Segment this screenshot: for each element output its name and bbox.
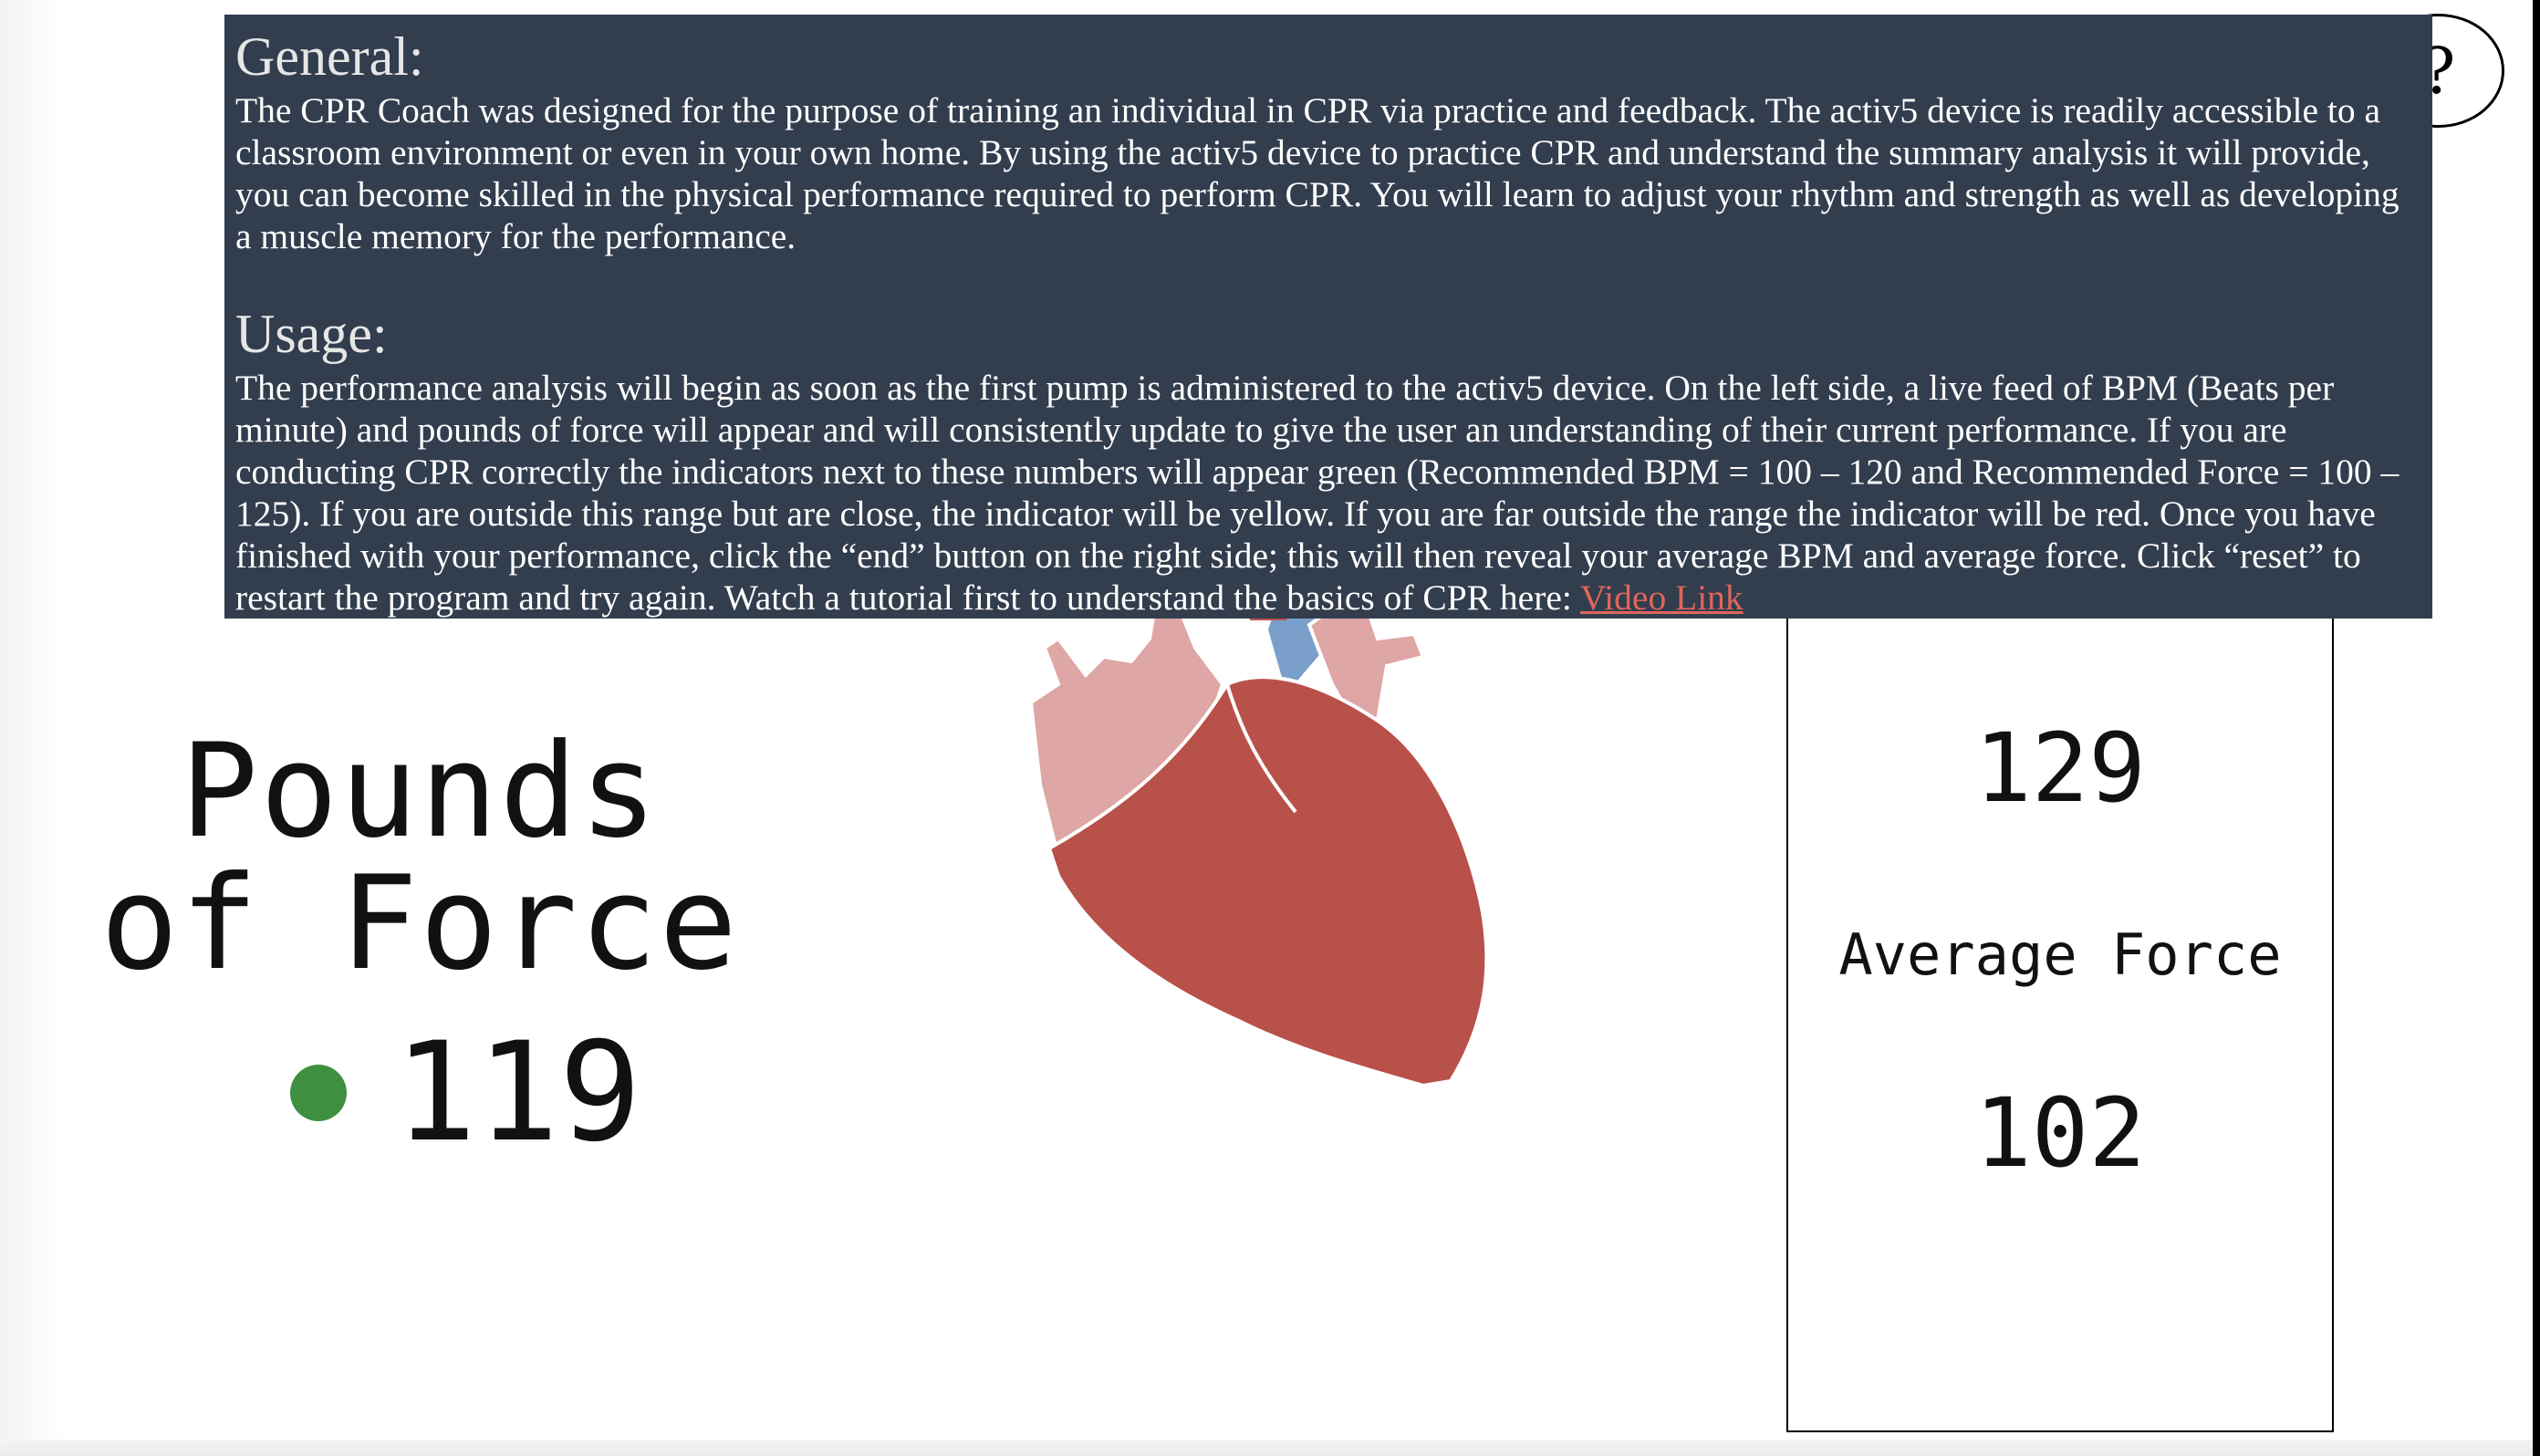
window-right-edge (2533, 0, 2540, 1456)
window-bottom-edge (0, 1440, 2540, 1456)
average-force-value: 102 (1974, 1077, 2146, 1189)
usage-heading: Usage: (235, 304, 388, 364)
general-text: The CPR Coach was designed for the purpo… (235, 90, 2399, 256)
summary-panel: 129 Average Force 102 (1786, 529, 2334, 1432)
general-heading: General: (235, 26, 424, 87)
usage-text: The performance analysis will begin as s… (235, 368, 2399, 618)
force-status-indicator (290, 1065, 347, 1121)
window-left-shade (0, 0, 64, 1456)
average-force-label: Average Force (1838, 921, 2282, 988)
usage-paragraph: The performance analysis will begin as s… (235, 367, 2421, 619)
force-readout: 119 (290, 1020, 641, 1166)
video-link[interactable]: Video Link (1580, 577, 1744, 618)
heart-illustration (1028, 547, 1489, 1088)
force-value: 119 (394, 1014, 641, 1172)
average-bpm-value: 129 (1974, 712, 2146, 824)
info-overlay: General: The CPR Coach was designed for … (224, 15, 2432, 619)
pounds-of-force-label: Pounds of Force (100, 716, 739, 999)
